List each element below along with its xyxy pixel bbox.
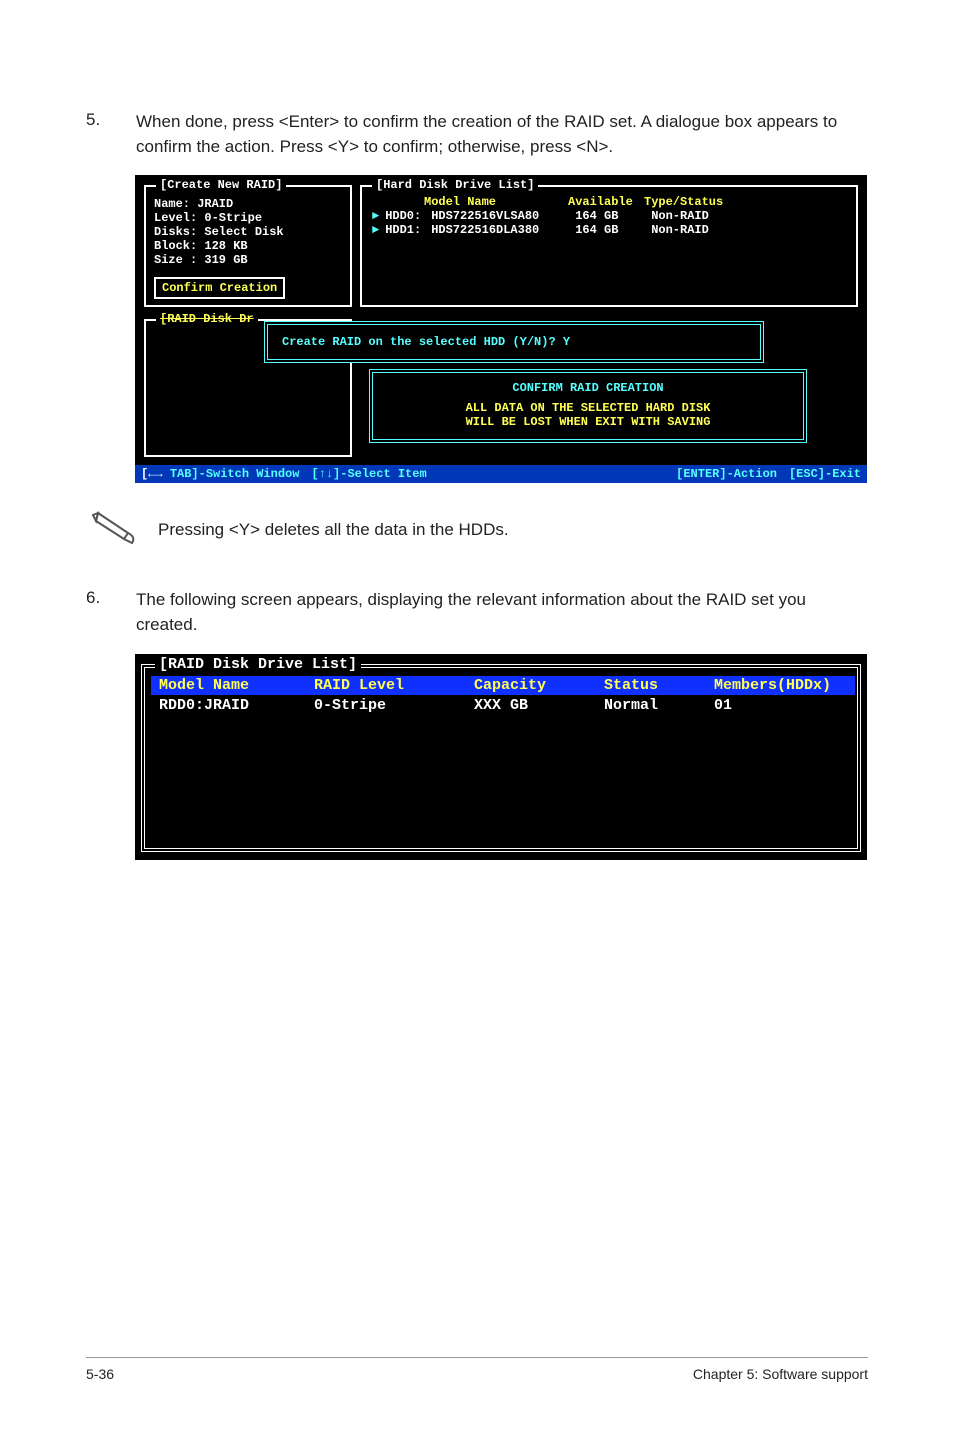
raid-block-field: Block: 128 KB bbox=[154, 239, 342, 253]
foot-select: [↑↓]-Select Item bbox=[311, 467, 426, 481]
confirm-creation-button[interactable]: Confirm Creation bbox=[154, 277, 285, 299]
b2-hdr-mem: Members(HDDx) bbox=[714, 677, 847, 694]
raid-level-field: Level: 0-Stripe bbox=[154, 211, 342, 225]
chapter-label: Chapter 5: Software support bbox=[693, 1366, 868, 1382]
raid-size-field: Size : 319 GB bbox=[154, 253, 342, 267]
arrow-left-right-icon: [←→ bbox=[141, 467, 170, 481]
raid-disks-field: Disks: Select Disk bbox=[154, 225, 342, 239]
page-number: 5-36 bbox=[86, 1366, 114, 1382]
note-pencil-icon bbox=[92, 507, 140, 552]
b2-row-mem: 01 bbox=[714, 697, 847, 714]
b2-row-stat: Normal bbox=[604, 697, 714, 714]
foot-enter: [ENTER]-Action bbox=[676, 467, 777, 481]
hdr-label-blank bbox=[372, 195, 418, 209]
hdd1-avail: 164 GB bbox=[575, 223, 645, 237]
bios-screenshot-2: [RAID Disk Drive List] Model Name RAID L… bbox=[135, 654, 867, 860]
panel-title-right: [Hard Disk Drive List] bbox=[372, 178, 538, 192]
warn-line2: ALL DATA ON THE SELECTED HARD DISK bbox=[373, 401, 803, 415]
step-6-text: The following screen appears, displaying… bbox=[136, 588, 868, 637]
hdd0-avail: 164 GB bbox=[575, 209, 645, 223]
hdd0-label: HDD0: bbox=[385, 209, 425, 223]
b2-row-name: RDD0:JRAID bbox=[159, 697, 314, 714]
raid-name-field: Name: JRAID bbox=[154, 197, 342, 211]
hdd1-type: Non-RAID bbox=[651, 223, 709, 237]
hdr-available: Available bbox=[568, 195, 638, 209]
b2-hdr-stat: Status bbox=[604, 677, 714, 694]
bios2-title: [RAID Disk Drive List] bbox=[155, 656, 361, 673]
bios-screenshot-1: [Create New RAID] Name: JRAID Level: 0-S… bbox=[135, 175, 867, 483]
b2-hdr-cap: Capacity bbox=[474, 677, 604, 694]
panel-title-left: [Create New RAID] bbox=[156, 178, 286, 192]
hdr-model: Model Name bbox=[424, 195, 562, 209]
step-5-number: 5. bbox=[86, 110, 136, 159]
foot-esc: [ESC]-Exit bbox=[789, 467, 861, 481]
foot-tab: TAB]-Switch Window bbox=[170, 467, 300, 481]
confirm-dialog-warning: CONFIRM RAID CREATION ALL DATA ON THE SE… bbox=[369, 369, 807, 443]
raid-box-title: [RAID Disk Dr bbox=[156, 312, 258, 326]
table-row: RDD0:JRAID 0-Stripe XXX GB Normal 01 bbox=[151, 696, 855, 715]
hdr-type: Type/Status bbox=[644, 195, 723, 209]
hdd0-model: HDS722516VLSA80 bbox=[431, 209, 569, 223]
step-6-number: 6. bbox=[86, 588, 136, 637]
b2-row-level: 0-Stripe bbox=[314, 697, 474, 714]
step-5-text: When done, press <Enter> to confirm the … bbox=[136, 110, 868, 159]
warn-line3: WILL BE LOST WHEN EXIT WITH SAVING bbox=[373, 415, 803, 429]
confirm-dialog-prompt[interactable]: Create RAID on the selected HDD (Y/N)? Y bbox=[264, 321, 764, 363]
hdd1-label: HDD1: bbox=[385, 223, 425, 237]
triangle-icon: ► bbox=[372, 223, 379, 237]
b2-hdr-level: RAID Level bbox=[314, 677, 474, 694]
note-text: Pressing <Y> deletes all the data in the… bbox=[158, 520, 509, 540]
hard-disk-drive-list-panel: [Hard Disk Drive List] Model Name Availa… bbox=[360, 185, 858, 307]
b2-row-cap: XXX GB bbox=[474, 697, 604, 714]
hdd1-model: HDS722516DLA380 bbox=[431, 223, 569, 237]
b2-hdr-name: Model Name bbox=[159, 677, 314, 694]
hdd0-type: Non-RAID bbox=[651, 209, 709, 223]
bios-footer-bar: [←→ TAB]-Switch Window [↑↓]-Select Item … bbox=[135, 465, 867, 483]
triangle-icon: ► bbox=[372, 209, 379, 223]
warn-line1: CONFIRM RAID CREATION bbox=[373, 381, 803, 395]
create-new-raid-panel: [Create New RAID] Name: JRAID Level: 0-S… bbox=[144, 185, 352, 307]
